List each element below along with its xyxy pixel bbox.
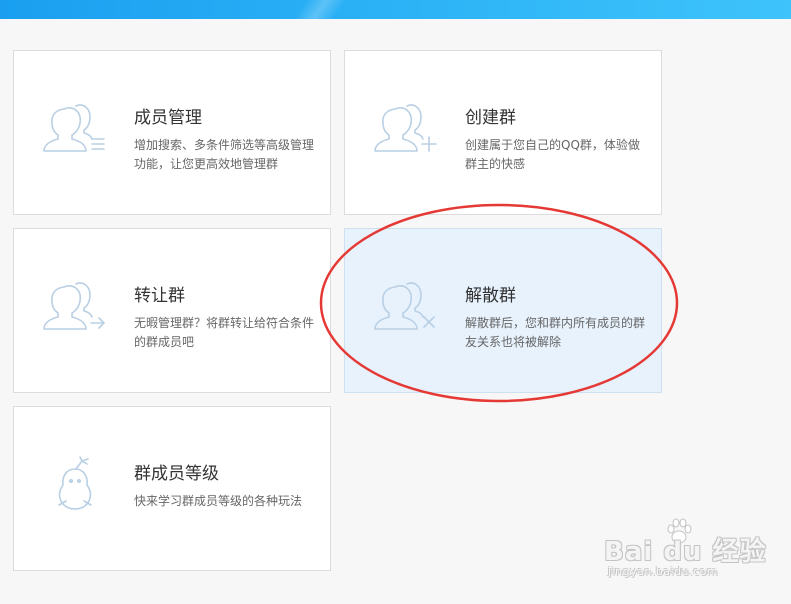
card-member-level[interactable]: 群成员等级 快来学习群成员等级的各种玩法	[13, 406, 331, 571]
card-transfer-group[interactable]: 转让群 无暇管理群？将群转让给符合条件的群成员吧	[13, 228, 331, 393]
card-title: 转让群	[134, 286, 185, 306]
members-transfer-icon	[42, 277, 108, 335]
baidu-paw-icon	[667, 518, 692, 544]
card-title: 群成员等级	[134, 464, 219, 484]
card-description: 解散群后，您和群内所有成员的群友关系也将被解除	[465, 316, 646, 349]
members-list-icon	[42, 99, 108, 157]
card-description: 增加搜索、多条件筛选等高级管理功能，让您更高效地管理群	[134, 138, 315, 171]
baidu-jingyan-watermark: Bai du 经验 jingyan.baidu.com	[604, 518, 767, 587]
card-title: 创建群	[465, 108, 516, 128]
card-member-management[interactable]: 成员管理 增加搜索、多条件筛选等高级管理功能，让您更高效地管理群	[13, 50, 331, 215]
members-dismiss-icon	[373, 277, 439, 335]
members-add-icon	[373, 99, 439, 157]
card-description: 创建属于您自己的QQ群，体验做群主的快感	[465, 138, 640, 171]
watermark-brand: Bai du 经验	[604, 537, 767, 567]
card-title: 解散群	[465, 286, 516, 306]
card-dismiss-group[interactable]: 解散群 解散群后，您和群内所有成员的群友关系也将被解除	[344, 228, 662, 393]
card-description: 无暇管理群？将群转让给符合条件的群成员吧	[134, 316, 315, 349]
header-accent	[293, 0, 347, 19]
card-create-group[interactable]: 创建群 创建属于您自己的QQ群，体验做群主的快感	[344, 50, 662, 215]
top-header-bar	[0, 0, 791, 19]
watermark-url: jingyan.baidu.com	[608, 565, 719, 578]
penguin-icon	[42, 455, 108, 513]
card-description: 快来学习群成员等级的各种玩法	[134, 494, 303, 508]
card-title: 成员管理	[134, 108, 202, 128]
